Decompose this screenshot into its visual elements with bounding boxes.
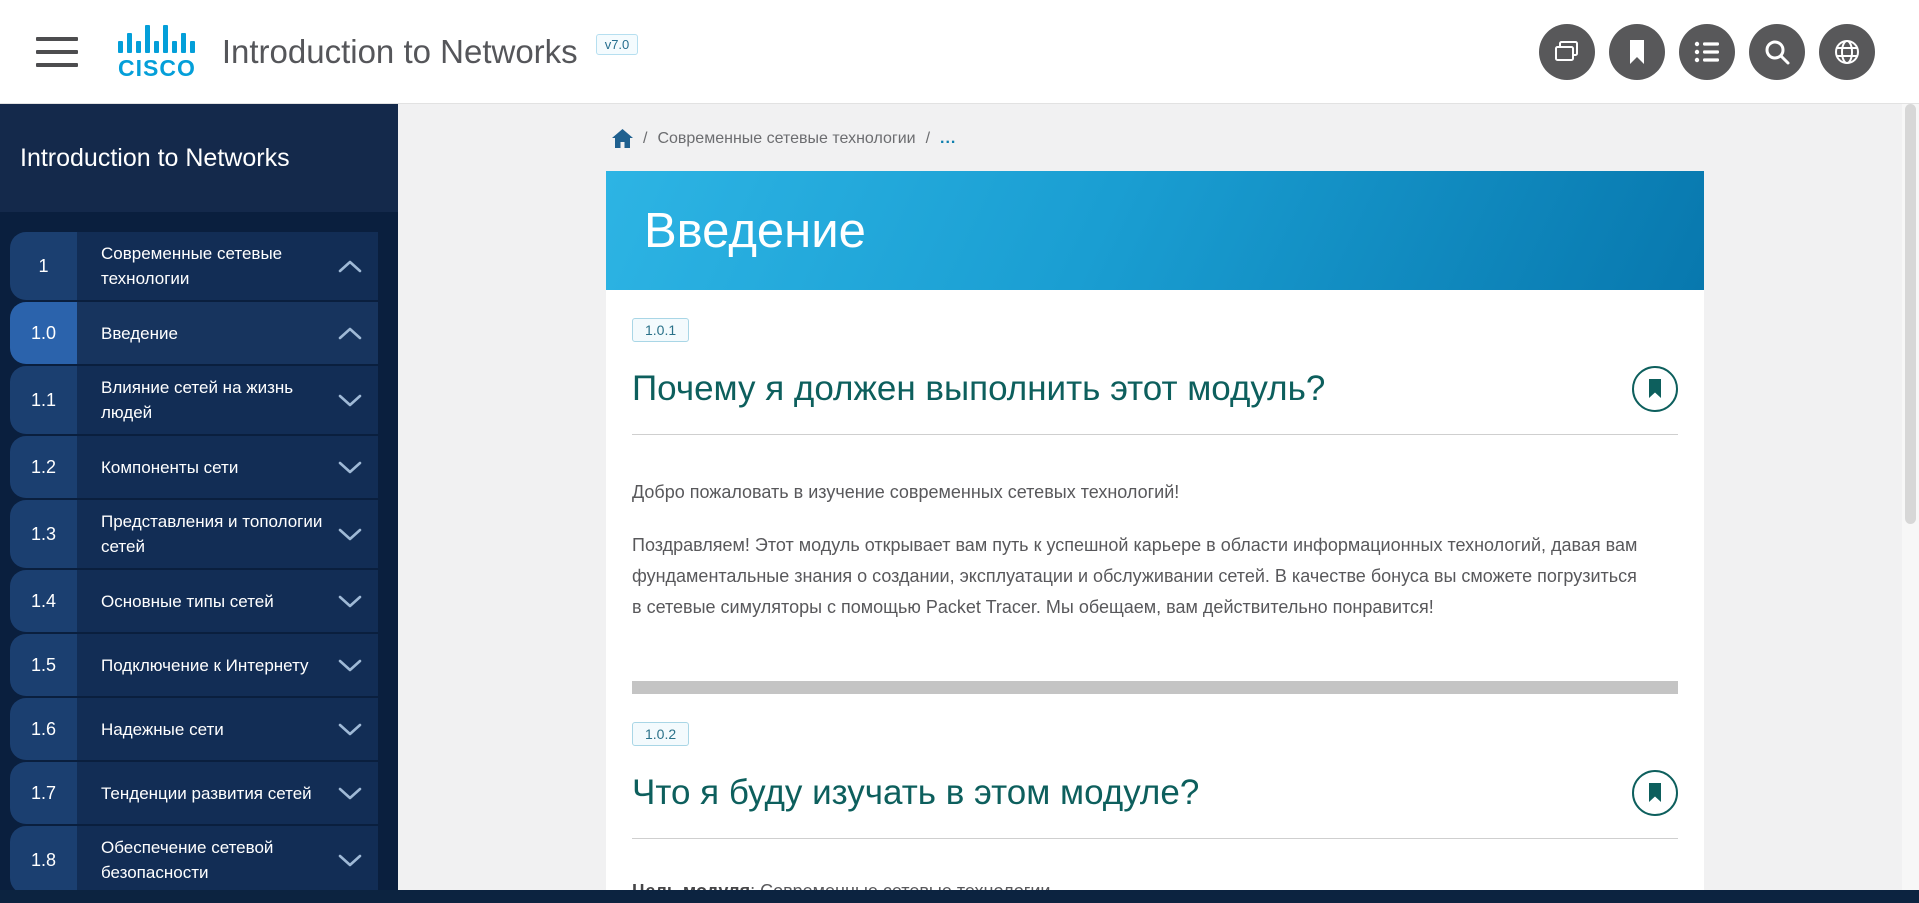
sidebar-item-number: 1.3 (10, 500, 77, 568)
breadcrumb: / Современные сетевые технологии / ... (612, 129, 956, 148)
sidebar-item-label: Надежные сети (101, 717, 224, 742)
header-actions (1539, 24, 1875, 80)
sidebar-item-label: Компоненты сети (101, 455, 238, 480)
version-badge: v7.0 (596, 34, 639, 55)
heading-divider (632, 434, 1678, 435)
content-card: Введение 1.0.1 Почему я должен выполнить… (606, 171, 1704, 903)
heading-divider (632, 838, 1678, 839)
sidebar-item-1.7[interactable]: 1.7 Тенденции развития сетей (10, 762, 378, 824)
section-heading: Что я буду изучать в этом модуле? (632, 773, 1199, 813)
home-icon[interactable] (612, 129, 633, 148)
course-sidebar: Introduction to Networks 1 Современные с… (0, 104, 398, 903)
sidebar-item-number: 1 (10, 232, 77, 300)
chevron-down-icon (338, 787, 362, 800)
sidebar-item-label: Современные сетевые технологии (101, 241, 338, 291)
cisco-logo-word: CISCO (118, 55, 196, 82)
breadcrumb-ellipsis[interactable]: ... (940, 130, 956, 148)
scrollbar-thumb[interactable] (1905, 104, 1916, 524)
sidebar-item-number: 1.2 (10, 436, 77, 498)
bookmark-section-button[interactable] (1632, 770, 1678, 816)
chevron-up-icon (338, 260, 362, 273)
section-1-0-1: 1.0.1 Почему я должен выполнить этот мод… (606, 290, 1704, 694)
sidebar-item-number: 1.7 (10, 762, 77, 824)
chevron-down-icon (338, 659, 362, 672)
search-icon[interactable] (1749, 24, 1805, 80)
hamburger-menu-icon[interactable] (36, 37, 78, 67)
sidebar-item-label: Основные типы сетей (101, 589, 274, 614)
breadcrumb-separator: / (643, 130, 647, 148)
breadcrumb-module[interactable]: Современные сетевые технологии (657, 130, 915, 148)
cisco-logo: CISCO (118, 21, 196, 82)
sidebar-item-label: Введение (101, 321, 178, 346)
bookmark-section-button[interactable] (1632, 366, 1678, 412)
sidebar-item-label: Представления и топологии сетей (101, 509, 338, 559)
sidebar-item-number: 1.8 (10, 826, 77, 894)
chevron-down-icon (338, 854, 362, 867)
section-badge: 1.0.2 (632, 722, 689, 746)
sidebar-item-number: 1.1 (10, 366, 77, 434)
sidebar-item-label: Тенденции развития сетей (101, 781, 312, 806)
sidebar-item-number: 1.6 (10, 698, 77, 760)
sidebar-item-1.2[interactable]: 1.2 Компоненты сети (10, 436, 378, 498)
sidebar-item-1.8[interactable]: 1.8 Обеспечение сетевой безопасности (10, 826, 378, 894)
app-header: CISCO Introduction to Networks v7.0 (0, 0, 1919, 104)
sidebar-item-1.6[interactable]: 1.6 Надежные сети (10, 698, 378, 760)
page-title: Introduction to Networks (222, 33, 578, 71)
list-icon[interactable] (1679, 24, 1735, 80)
sidebar-item-label: Обеспечение сетевой безопасности (101, 835, 338, 885)
chevron-down-icon (338, 723, 362, 736)
sidebar-item-1[interactable]: 1 Современные сетевые технологии (10, 232, 378, 300)
scrollbar[interactable] (1902, 104, 1919, 903)
chevron-up-icon (338, 327, 362, 340)
sidebar-nav-list: 1 Современные сетевые технологии 1.0 Вве… (0, 232, 398, 894)
bottom-bar (0, 890, 1919, 903)
sidebar-item-number: 1.5 (10, 634, 77, 696)
sidebar-item-1.0[interactable]: 1.0 Введение (10, 302, 378, 364)
sidebar-item-number: 1.0 (10, 302, 77, 364)
chevron-down-icon (338, 528, 362, 541)
windows-icon[interactable] (1539, 24, 1595, 80)
main-content: / Современные сетевые технологии / ... В… (398, 104, 1902, 903)
paragraph: Поздравляем! Этот модуль открывает вам п… (632, 530, 1642, 623)
sidebar-item-1.5[interactable]: 1.5 Подключение к Интернету (10, 634, 378, 696)
cisco-logo-bars-icon (118, 21, 195, 53)
sidebar-item-number: 1.4 (10, 570, 77, 632)
section-divider (632, 681, 1678, 694)
chevron-down-icon (338, 394, 362, 407)
section-1-0-2: 1.0.2 Что я буду изучать в этом модуле? … (606, 694, 1704, 902)
paragraph: Добро пожаловать в изучение современных … (632, 477, 1642, 508)
sidebar-item-label: Подключение к Интернету (101, 653, 309, 678)
chevron-down-icon (338, 595, 362, 608)
section-heading: Почему я должен выполнить этот модуль? (632, 369, 1325, 409)
sidebar-item-1.1[interactable]: 1.1 Влияние сетей на жизнь людей (10, 366, 378, 434)
sidebar-item-label: Влияние сетей на жизнь людей (101, 375, 338, 425)
bookmark-icon[interactable] (1609, 24, 1665, 80)
sidebar-course-title: Introduction to Networks (0, 104, 398, 212)
sidebar-item-1.4[interactable]: 1.4 Основные типы сетей (10, 570, 378, 632)
globe-icon[interactable] (1819, 24, 1875, 80)
sidebar-item-1.3[interactable]: 1.3 Представления и топологии сетей (10, 500, 378, 568)
section-badge: 1.0.1 (632, 318, 689, 342)
module-banner: Введение (606, 171, 1704, 290)
breadcrumb-separator: / (926, 130, 930, 148)
chevron-down-icon (338, 461, 362, 474)
banner-title: Введение (644, 203, 866, 259)
